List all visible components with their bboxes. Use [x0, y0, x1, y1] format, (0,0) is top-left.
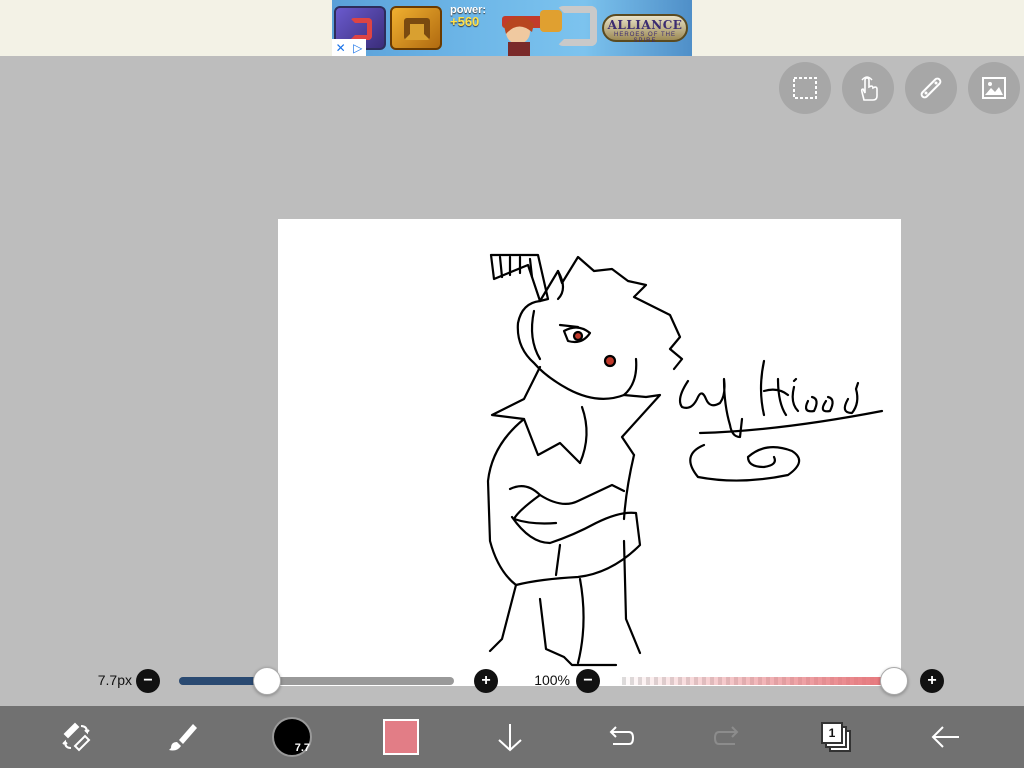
- redo-icon: [713, 726, 739, 745]
- opacity-slider-track[interactable]: [618, 677, 894, 685]
- ad-tile-gold: [390, 6, 442, 50]
- drawing-canvas[interactable]: [278, 219, 901, 686]
- line-art-drawing: [486, 253, 884, 667]
- current-color-swatch: [383, 719, 419, 755]
- brush-size-preview: 7.7: [272, 717, 312, 757]
- layer-count: 1: [821, 722, 843, 744]
- bottom-toolbar: 7.7 1: [0, 706, 1024, 768]
- tool-switch-button[interactable]: [46, 706, 106, 768]
- ad-power-value: +560: [450, 14, 480, 29]
- brush-size-badge: 7.7: [294, 742, 310, 754]
- color-picker-button[interactable]: [371, 706, 431, 768]
- undo-button[interactable]: [590, 706, 650, 768]
- back-button[interactable]: [916, 706, 976, 768]
- layers-icon: 1: [821, 722, 851, 752]
- hand-gesture-button[interactable]: [842, 62, 894, 114]
- undo-icon: [609, 726, 635, 745]
- touch-hand-icon: [860, 76, 878, 101]
- ad-claw-arm: [557, 6, 597, 46]
- image-icon: [982, 77, 1006, 99]
- brush-tool-button[interactable]: [152, 706, 212, 768]
- arrow-down-icon: [498, 724, 522, 752]
- ad-logo-subtitle: HEROES OF THE SPIRE: [614, 32, 676, 44]
- ad-logo: ALLIANCE HEROES OF THE SPIRE: [602, 14, 688, 44]
- opacity-increase-button[interactable]: +: [920, 669, 944, 693]
- brush-size-decrease-button[interactable]: −: [136, 669, 160, 693]
- ad-close-icon[interactable]: ✕: [336, 41, 346, 55]
- layers-button[interactable]: 1: [806, 706, 866, 768]
- ruler-pen-icon: [920, 77, 942, 99]
- brush-icon: [169, 724, 197, 751]
- brush-size-slider-knob[interactable]: [253, 667, 281, 695]
- redo-button[interactable]: [698, 706, 758, 768]
- pen-eraser-swap-icon: [62, 722, 91, 752]
- opacity-slider-knob[interactable]: [880, 667, 908, 695]
- ad-choices-badge[interactable]: ✕ ▷: [332, 39, 366, 56]
- opacity-label: 100%: [534, 672, 570, 688]
- ruler-button[interactable]: [905, 62, 957, 114]
- dashed-selection-icon: [793, 77, 817, 99]
- brush-size-label: 7.7px: [97, 672, 132, 688]
- ad-choices-icon[interactable]: ▷: [353, 41, 362, 55]
- opacity-decrease-button[interactable]: −: [576, 669, 600, 693]
- material-button[interactable]: [968, 62, 1020, 114]
- brush-size-preview-button[interactable]: 7.7: [262, 706, 322, 768]
- ad-power-text: power: +560: [450, 4, 486, 28]
- arrow-left-icon: [931, 726, 959, 748]
- selection-tool-button[interactable]: [779, 62, 831, 114]
- brush-size-increase-button[interactable]: +: [474, 669, 498, 693]
- import-button[interactable]: [480, 706, 540, 768]
- ad-logo-title: ALLIANCE: [607, 18, 683, 32]
- ad-banner[interactable]: power: +560 ALLIANCE HEROES OF THE SPIRE…: [332, 0, 692, 56]
- brush-size-slider-track[interactable]: [179, 677, 454, 685]
